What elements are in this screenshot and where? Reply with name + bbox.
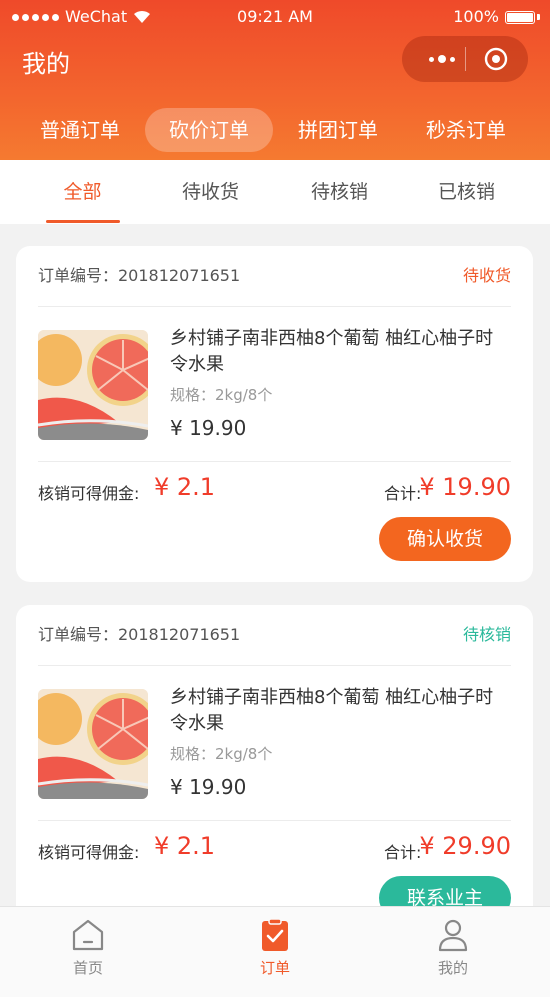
product-name[interactable]: 乡村铺子南非西柚8个葡萄 柚红心柚子时令水果: [170, 326, 500, 378]
grapefruit-image: [38, 689, 148, 799]
tab-profile-label: 我的: [437, 959, 468, 977]
total-label: 合计:: [384, 484, 422, 503]
tab-all[interactable]: 全部: [14, 160, 151, 224]
bottom-tab-bar: 首页 订单 我的: [0, 906, 550, 997]
grapefruit-image: [38, 330, 148, 440]
app-header: WeChat 09:21 AM 100% 我的 普通订单 砍价订单 拼团订单 秒…: [0, 0, 550, 160]
total-value: ¥ 29.90: [419, 832, 511, 860]
status-bar: WeChat 09:21 AM 100%: [0, 0, 550, 34]
product-price: ¥ 19.90: [170, 416, 247, 440]
status-filter-tabs: 全部 待收货 待核销 已核销: [0, 160, 550, 224]
commission-value: ¥ 2.1: [154, 473, 216, 501]
order-status: 待收货: [462, 266, 511, 285]
tab-awaiting-receipt[interactable]: 待收货: [142, 160, 279, 224]
total-value: ¥ 19.90: [419, 473, 511, 501]
tab-orders-label: 订单: [259, 959, 290, 977]
confirm-receipt-button[interactable]: 确认收货: [379, 517, 511, 561]
tab-home[interactable]: 首页: [28, 907, 148, 997]
order-card[interactable]: 订单编号：201812071651 待核销 乡村铺子南非西柚8个葡萄 柚红心柚子…: [16, 605, 533, 941]
page-title: 我的: [22, 50, 70, 78]
divider: [38, 461, 511, 462]
divider: [38, 820, 511, 821]
tab-verified[interactable]: 已核销: [398, 160, 535, 224]
tab-orders[interactable]: 订单: [215, 907, 335, 997]
product-image[interactable]: [38, 689, 148, 799]
battery-icon: [505, 10, 535, 24]
profile-icon: [438, 919, 468, 952]
order-type-bargain[interactable]: 砍价订单: [145, 108, 273, 152]
order-type-group[interactable]: 拼团订单: [282, 108, 394, 152]
product-name[interactable]: 乡村铺子南非西柚8个葡萄 柚红心柚子时令水果: [170, 685, 500, 737]
more-options-icon[interactable]: [422, 52, 462, 66]
divider: [38, 306, 511, 307]
order-number: 订单编号：201812071651: [38, 266, 241, 285]
product-price: ¥ 19.90: [170, 775, 247, 799]
total-label: 合计:: [384, 843, 422, 862]
divider: [38, 665, 511, 666]
order-number: 订单编号：201812071651: [38, 625, 241, 644]
tab-home-label: 首页: [72, 959, 103, 977]
order-status: 待核销: [462, 625, 511, 644]
active-tab-indicator: [46, 220, 120, 223]
tab-profile[interactable]: 我的: [393, 907, 513, 997]
battery-percent: 100%: [453, 7, 499, 26]
order-type-flash-sale[interactable]: 秒杀订单: [410, 108, 522, 152]
product-image[interactable]: [38, 330, 148, 440]
order-type-tabs: 普通订单 砍价订单 拼团订单 秒杀订单: [0, 106, 550, 154]
miniprogram-capsule: [402, 36, 528, 82]
home-icon: [72, 919, 104, 951]
order-card[interactable]: 订单编号：201812071651 待收货 乡村铺子南非西柚8个葡萄 柚红心柚子…: [16, 246, 533, 582]
close-miniprogram-icon[interactable]: [484, 47, 508, 71]
order-icon: [262, 918, 288, 951]
commission-label: 核销可得佣金:: [38, 843, 140, 862]
commission-value: ¥ 2.1: [154, 832, 216, 860]
product-spec: 规格：2kg/8个: [170, 745, 273, 763]
product-spec: 规格：2kg/8个: [170, 386, 273, 404]
tab-awaiting-verification[interactable]: 待核销: [271, 160, 408, 224]
commission-label: 核销可得佣金:: [38, 484, 140, 503]
order-type-regular[interactable]: 普通订单: [24, 108, 136, 152]
